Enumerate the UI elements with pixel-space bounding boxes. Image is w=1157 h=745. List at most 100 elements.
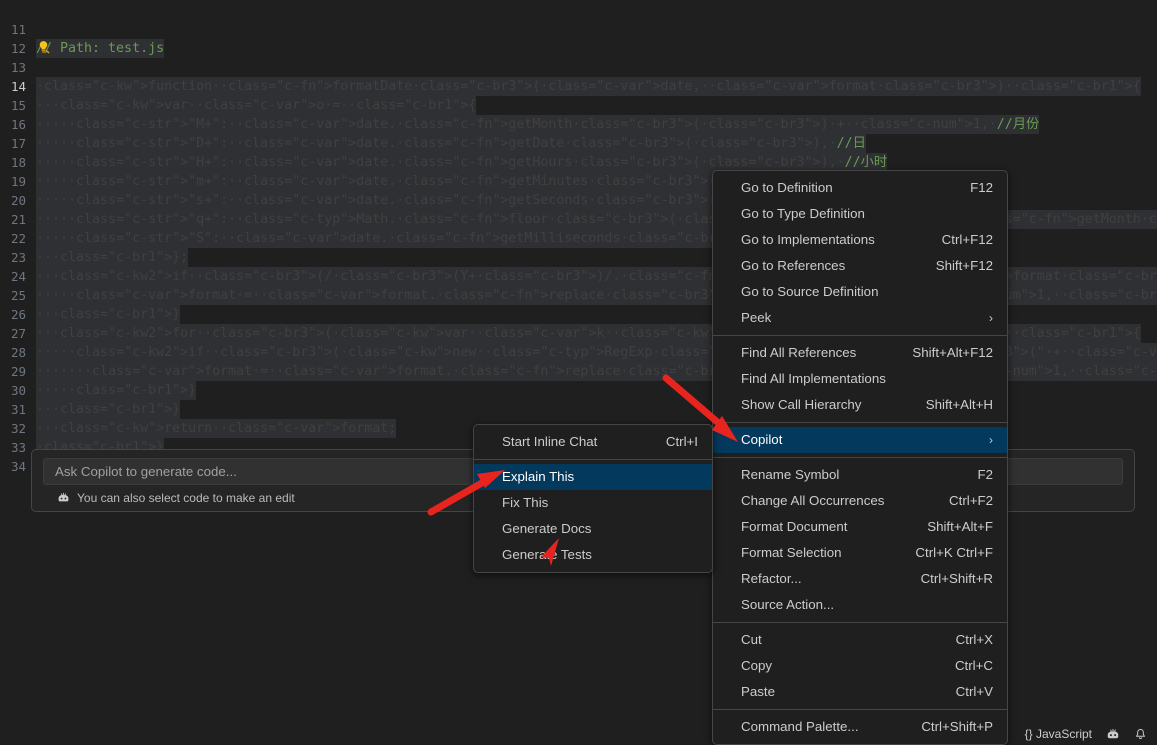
line-content: ·····class="c-str">"M+":··class="c-var">… (36, 115, 1040, 134)
menu-item-shortcut: Shift+Alt+F12 (912, 345, 993, 360)
menu-separator (713, 335, 1007, 336)
copilot-item-generate-tests[interactable]: Generate Tests (474, 542, 712, 568)
menu-item-label: Go to Definition (741, 180, 833, 195)
line-number: 27 (10, 326, 26, 341)
menu-item-label: Cut (741, 632, 762, 647)
line-content: // Path: test.js (36, 39, 165, 58)
menu-separator (713, 457, 1007, 458)
copilot-submenu[interactable]: Start Inline Chat Ctrl+I Explain This Fix T… (473, 424, 713, 573)
copilot-item-start-inline-chat[interactable]: Start Inline Chat Ctrl+I (474, 429, 712, 455)
line-content: ···class="c-br1">} (36, 305, 181, 324)
menu-item-label: Find All References (741, 345, 857, 360)
menu-item-shortcut: Ctrl+Shift+P (921, 719, 993, 734)
chevron-right-icon: › (989, 311, 993, 325)
line-number: 25 (10, 288, 26, 303)
code-line[interactable]: 17 ·····class="c-str">"D+":··class="c-var… (0, 134, 1157, 153)
menu-item-shortcut: F2 (977, 467, 993, 482)
status-copilot-icon[interactable] (1106, 727, 1120, 741)
line-content: ·····class="c-br1">} (36, 381, 197, 400)
code-line[interactable]: 12 // Path: test.js (0, 39, 1157, 58)
menu-item-label: Find All Implementations (741, 371, 886, 386)
line-number: 22 (10, 231, 26, 246)
line-number: 17 (10, 136, 26, 151)
line-content: ···class="c-br1">}; (36, 248, 189, 267)
menu-item-shortcut: Shift+F12 (935, 258, 993, 273)
menu-item-paste[interactable]: Paste Ctrl+V (713, 679, 1007, 705)
menu-item-format-selection[interactable]: Format Selection Ctrl+K Ctrl+F (713, 540, 1007, 566)
line-content: ·····class="c-str">"D+":··class="c-var">… (36, 134, 866, 153)
lightbulb-icon[interactable] (36, 40, 52, 56)
menu-item-refactor[interactable]: Refactor... Ctrl+Shift+R (713, 566, 1007, 592)
menu-item-label: Command Palette... (741, 719, 859, 734)
menu-item-cut[interactable]: Cut Ctrl+X (713, 627, 1007, 653)
line-number: 28 (10, 345, 26, 360)
line-content: ·class="c-kw">function··class="c-fn">for… (36, 77, 1141, 96)
line-number: 16 (10, 117, 26, 132)
code-line[interactable]: 16 ·····class="c-str">"M+":··class="c-var… (0, 115, 1157, 134)
line-number: 26 (10, 307, 26, 322)
menu-item-find-all-implementations[interactable]: Find All Implementations (713, 366, 1007, 392)
status-language-label: {} JavaScript (1024, 727, 1092, 741)
line-number: 32 (10, 421, 26, 436)
line-number: 24 (10, 269, 26, 284)
line-number: 30 (10, 383, 26, 398)
menu-item-label: Copy (741, 658, 773, 673)
menu-item-go-to-source-definition[interactable]: Go to Source Definition (713, 279, 1007, 305)
line-number: 11 (10, 22, 26, 37)
menu-separator (713, 422, 1007, 423)
menu-item-go-to-implementations[interactable]: Go to Implementations Ctrl+F12 (713, 227, 1007, 253)
code-line[interactable]: 11 (0, 20, 1157, 39)
menu-item-shortcut: Ctrl+F2 (949, 493, 993, 508)
line-number: 12 (10, 41, 26, 56)
menu-item-command-palette[interactable]: Command Palette... Ctrl+Shift+P (713, 714, 1007, 740)
editor-context-menu[interactable]: Go to Definition F12 Go to Type Definition… (712, 170, 1008, 745)
menu-item-go-to-type-definition[interactable]: Go to Type Definition (713, 201, 1007, 227)
copilot-item-fix-this[interactable]: Fix This (474, 490, 712, 516)
code-line[interactable]: 15 ···class="c-kw">var··class="c-var">o·=… (0, 96, 1157, 115)
menu-item-peek[interactable]: Peek › (713, 305, 1007, 331)
menu-item-label: Rename Symbol (741, 467, 840, 482)
line-number: 18 (10, 155, 26, 170)
line-number: 15 (10, 98, 26, 113)
menu-separator (713, 709, 1007, 710)
menu-item-label: Generate Tests (502, 547, 592, 562)
menu-item-shortcut: Ctrl+F12 (941, 232, 993, 247)
menu-item-label: Start Inline Chat (502, 434, 598, 449)
menu-item-label: Go to Implementations (741, 232, 875, 247)
menu-item-label: Format Selection (741, 545, 842, 560)
line-number: 23 (10, 250, 26, 265)
menu-item-go-to-references[interactable]: Go to References Shift+F12 (713, 253, 1007, 279)
menu-item-copy[interactable]: Copy Ctrl+C (713, 653, 1007, 679)
line-number: 20 (10, 193, 26, 208)
menu-item-go-to-definition[interactable]: Go to Definition F12 (713, 175, 1007, 201)
menu-item-shortcut: Shift+Alt+F (927, 519, 993, 534)
copilot-item-explain-this[interactable]: Explain This (474, 464, 712, 490)
menu-item-change-all-occurrences[interactable]: Change All Occurrences Ctrl+F2 (713, 488, 1007, 514)
menu-item-label: Paste (741, 684, 776, 699)
menu-item-source-action[interactable]: Source Action... (713, 592, 1007, 618)
menu-item-shortcut: Ctrl+Shift+R (920, 571, 993, 586)
menu-item-label: Peek (741, 310, 772, 325)
menu-item-shortcut: Ctrl+X (955, 632, 993, 647)
code-line[interactable]: 14 ·class="c-kw">function··class="c-fn">f… (0, 77, 1157, 96)
line-content: ···class="c-kw">var··class="c-var">o·=··… (36, 96, 477, 115)
menu-item-label: Generate Docs (502, 521, 592, 536)
code-line[interactable]: 13 (0, 58, 1157, 77)
status-notifications-bell-icon[interactable] (1134, 728, 1147, 741)
menu-item-rename-symbol[interactable]: Rename Symbol F2 (713, 462, 1007, 488)
menu-item-format-document[interactable]: Format Document Shift+Alt+F (713, 514, 1007, 540)
status-language-mode[interactable]: {} JavaScript (1025, 727, 1092, 741)
menu-separator (713, 622, 1007, 623)
menu-item-copilot[interactable]: Copilot › (713, 427, 1007, 453)
menu-item-shortcut: Shift+Alt+H (925, 397, 993, 412)
menu-item-show-call-hierarchy[interactable]: Show Call Hierarchy Shift+Alt+H (713, 392, 1007, 418)
menu-item-shortcut: Ctrl+K Ctrl+F (915, 545, 993, 560)
line-number: 29 (10, 364, 26, 379)
menu-item-shortcut: F12 (970, 180, 993, 195)
line-number: 13 (10, 60, 26, 75)
copilot-item-generate-docs[interactable]: Generate Docs (474, 516, 712, 542)
menu-item-label: Go to Source Definition (741, 284, 879, 299)
menu-item-shortcut: Ctrl+I (665, 434, 698, 449)
menu-item-find-all-references[interactable]: Find All References Shift+Alt+F12 (713, 340, 1007, 366)
chevron-right-icon: › (989, 433, 993, 447)
